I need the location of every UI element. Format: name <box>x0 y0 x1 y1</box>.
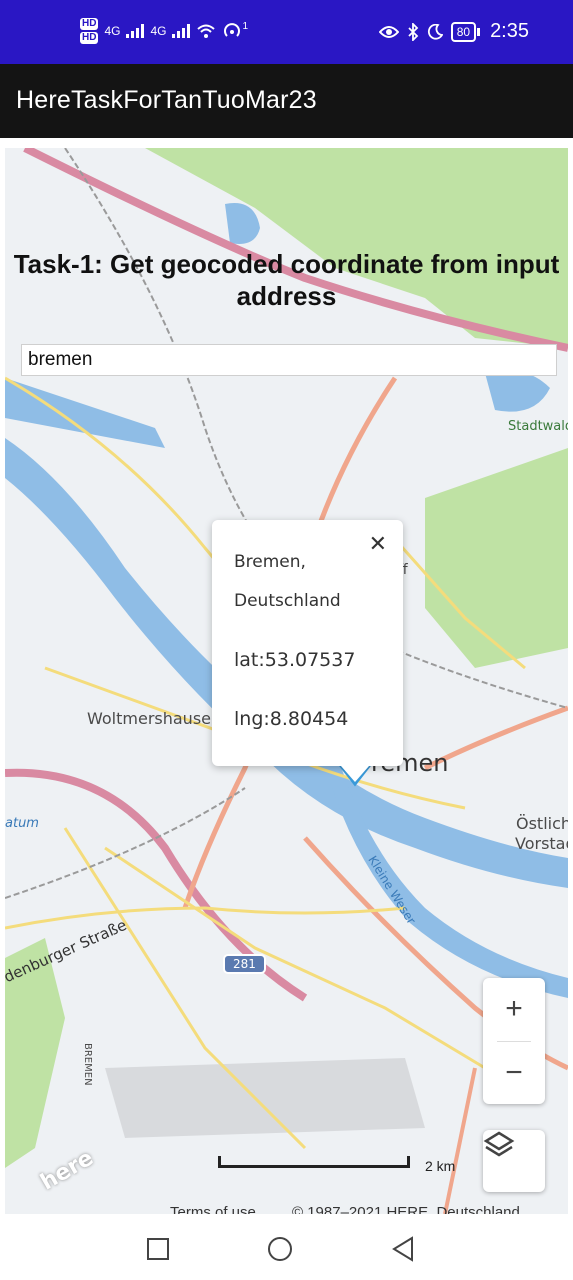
signal-icon <box>172 24 191 38</box>
layers-icon <box>483 1131 515 1157</box>
map-label-stadtwald: Stadtwald <box>508 419 568 434</box>
zoom-in-button[interactable]: + <box>483 978 545 1040</box>
copyright-text: © 1987–2021 HERE, Deutschland <box>292 1204 520 1214</box>
wifi-icon <box>197 24 216 38</box>
close-icon[interactable]: ✕ <box>369 532 387 557</box>
signal-label: 4G <box>150 24 167 38</box>
map-label-vorstadt: Vorstad <box>515 834 568 853</box>
airport-area <box>105 1058 425 1138</box>
eye-icon <box>378 25 399 38</box>
app-title: HereTaskForTanTuoMar23 <box>16 86 317 114</box>
clock: 2:35 <box>490 20 529 42</box>
hd-badge: HD <box>80 18 99 30</box>
map-view[interactable]: Woltmershauser remen Östlich Vorstad Sta… <box>5 148 568 1214</box>
recents-button[interactable] <box>143 1234 173 1264</box>
park-area <box>425 448 568 668</box>
home-button[interactable] <box>265 1234 295 1264</box>
circle-nav-icon <box>268 1237 292 1261</box>
task-title: Task-1: Get geocoded coordinate from inp… <box>5 248 568 312</box>
app-bar: HereTaskForTanTuoMar23 <box>0 64 573 138</box>
highway-shield: 281 <box>223 954 266 974</box>
status-bar: HD HD 4G 4G 1 80 2:35 <box>0 0 573 64</box>
scale-label: 2 km <box>425 1158 456 1174</box>
hotspot-count: 1 <box>242 20 249 32</box>
zoom-out-button[interactable]: − <box>483 1042 545 1104</box>
signal-label: 4G <box>104 24 121 38</box>
battery-icon: 80 <box>450 21 481 42</box>
map-label-woltmershausen: Woltmershauser <box>87 709 218 728</box>
back-nav-icon <box>392 1236 413 1262</box>
popup-lng: lng:8.80454 <box>234 708 349 730</box>
hotspot-icon <box>224 23 241 37</box>
local-road <box>104 846 486 1070</box>
hd-badges: HD HD <box>80 18 99 44</box>
map-label-atum: atum <box>5 816 39 831</box>
primary-road <box>443 1067 477 1214</box>
task-title-line: Task-1: Get geocoded coordinate from inp… <box>13 249 560 279</box>
info-popup: ✕ Bremen, Deutschland lat:53.07537 lng:8… <box>212 520 403 766</box>
status-right: 80 2:35 <box>378 20 529 43</box>
popup-pointer <box>341 766 369 782</box>
address-input[interactable] <box>21 344 557 376</box>
harbour-water <box>5 378 165 448</box>
signal-icon <box>126 24 145 38</box>
lake <box>485 370 550 412</box>
map-label-oestliche: Östlich <box>516 814 568 833</box>
popup-country: Deutschland <box>234 591 341 611</box>
hd-badge: HD <box>80 32 99 44</box>
zoom-control: + − <box>483 978 545 1104</box>
lake <box>225 203 260 244</box>
popup-lat: lat:53.07537 <box>234 649 356 671</box>
map-label-bremen-vertical: BREMEN <box>82 1043 93 1086</box>
scale-bar <box>218 1156 410 1168</box>
bluetooth-icon <box>408 22 418 41</box>
task-title-line: address <box>236 281 337 311</box>
square-nav-icon <box>147 1238 169 1260</box>
moon-icon <box>427 23 443 39</box>
system-nav-bar <box>0 1214 573 1280</box>
terms-link[interactable]: Terms of use <box>170 1204 256 1214</box>
layers-button[interactable] <box>483 1130 545 1192</box>
back-button[interactable] <box>388 1234 418 1264</box>
popup-city: Bremen, <box>234 552 306 572</box>
status-left: HD HD 4G 4G 1 <box>80 18 248 44</box>
